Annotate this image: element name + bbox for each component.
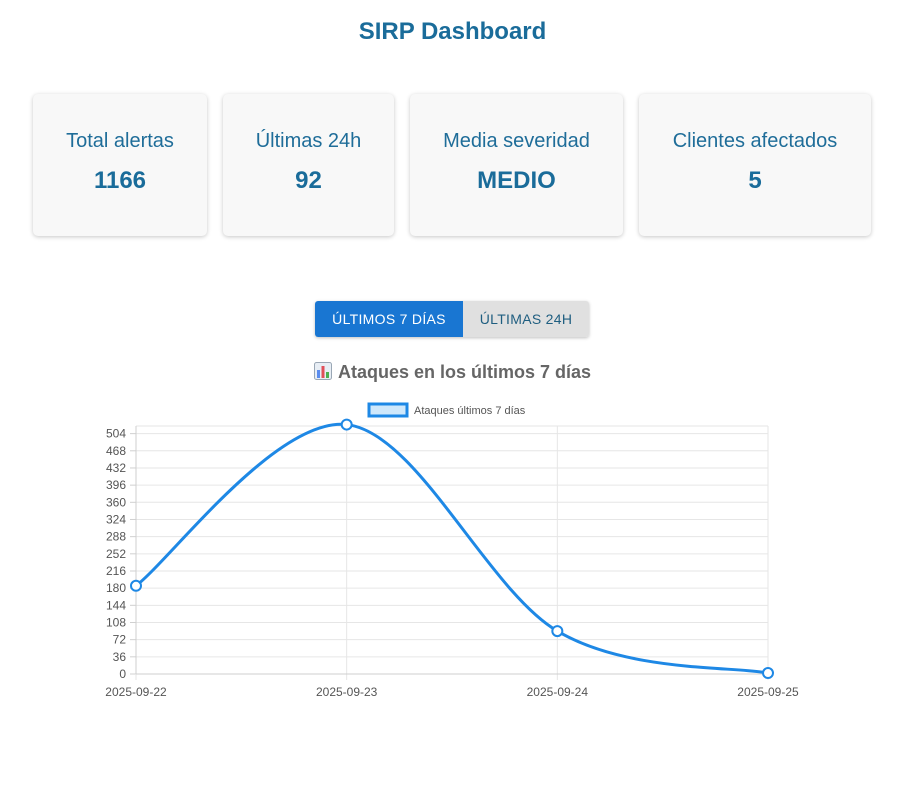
x-tick-label: 2025-09-23 [316,685,378,699]
x-tick-label: 2025-09-25 [737,685,799,699]
y-tick-label: 360 [106,495,126,509]
y-tick-label: 144 [106,598,126,612]
data-point [340,418,353,431]
y-tick-label: 180 [106,581,126,595]
attacks-line-chart: 0 36 72 108 144 180 216 252 288 324 360 396 432 468 50… [105,402,799,699]
y-tick-label: 252 [106,547,126,561]
x-tick-label: 2025-09-22 [105,685,167,699]
legend-label: Ataques últimos 7 días [414,405,526,417]
y-tick-label: 108 [106,615,126,629]
y-tick-label: 468 [106,444,126,458]
y-tick-label: 36 [113,650,127,664]
y-tick-label: 288 [106,530,126,544]
y-tick-label: 72 [113,633,127,647]
y-tick-label: 216 [106,564,126,578]
series-line [135,423,769,675]
y-tick-label: 396 [106,478,126,492]
y-tick-label: 432 [106,461,126,475]
y-tick-label: 324 [106,512,126,526]
x-tick-label: 2025-09-24 [527,685,589,699]
data-point [130,579,142,592]
legend-swatch [367,402,409,418]
data-point [762,667,774,680]
y-tick-label: 504 [106,427,126,441]
data-point [551,625,564,638]
y-tick-label: 0 [119,667,126,681]
